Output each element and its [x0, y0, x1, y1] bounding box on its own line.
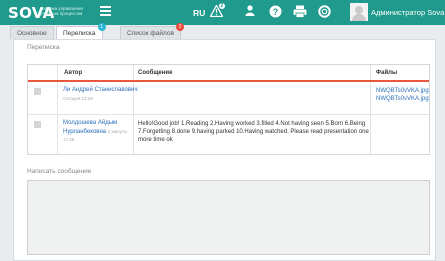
row-select-checkbox[interactable] — [34, 121, 41, 128]
menu-toggle-icon[interactable] — [100, 6, 111, 18]
author-name[interactable]: Ли Андрей Станиславович — [63, 87, 137, 93]
message-author[interactable]: Ли Андрей Станиславович Сегодня 13:29 — [63, 87, 138, 103]
notifications-badge: 2 — [219, 3, 225, 9]
top-bar: SOVA система управления учебным процессо… — [0, 0, 445, 25]
tab-file-list[interactable]: Список файлов 2 — [120, 23, 184, 39]
column-author: Автор — [64, 70, 83, 76]
avatar[interactable] — [350, 3, 368, 21]
row-select-checkbox[interactable] — [34, 88, 41, 95]
message-date: Сегодня 13:29 — [63, 95, 93, 101]
file-link[interactable]: NWQBTs0vVKA.jpg — [376, 95, 429, 103]
table-row: Ли Андрей Станиславович Сегодня 13:29 NW… — [28, 82, 429, 115]
tab-correspondence-label: Переписка — [63, 30, 96, 37]
svg-text:?: ? — [272, 7, 278, 17]
message-author[interactable]: Молдошева Айдым Нурланбековна 2 минуты 1… — [63, 120, 138, 145]
user-icon[interactable] — [244, 5, 256, 20]
compose-label: Написать сообщение — [27, 168, 92, 175]
tab-main-label: Основное — [17, 30, 47, 37]
print-icon[interactable] — [292, 5, 308, 22]
tab-main[interactable]: Основное — [10, 26, 54, 39]
column-message: Сообщение — [138, 70, 173, 76]
correspondence-panel: Переписка Автор Сообщение Файлы Ли Андре… — [13, 39, 436, 261]
tab-file-list-label: Список файлов — [127, 30, 174, 37]
column-files: Файлы — [376, 70, 398, 76]
table-header: Автор Сообщение Файлы — [28, 65, 429, 82]
support-lifebuoy-icon[interactable] — [317, 5, 331, 22]
file-link[interactable]: NWQBTs0vVKA.jpg — [376, 87, 429, 95]
message-files: NWQBTs0vVKA.jpg NWQBTs0vVKA.jpg — [376, 87, 429, 103]
table-row: Молдошева Айдым Нурланбековна 2 минуты 1… — [28, 115, 429, 154]
help-icon[interactable]: ? — [268, 5, 282, 22]
compose-message-textarea[interactable] — [27, 180, 430, 255]
username[interactable]: Администратор Sova — [371, 8, 444, 17]
messages-table: Автор Сообщение Файлы Ли Андрей Станисла… — [27, 64, 430, 155]
tab-correspondence-badge: 1 — [97, 23, 106, 31]
tab-file-list-badge: 2 — [175, 23, 184, 31]
message-text: Hello!Good job! 1.Reading 2.Having worke… — [138, 121, 369, 143]
tab-correspondence[interactable]: Переписка 1 — [56, 23, 106, 40]
app-logo-subtitle: система управления учебным процессом — [40, 6, 83, 16]
language-selector[interactable]: RU — [193, 8, 205, 18]
section-title: Переписка — [27, 44, 60, 51]
